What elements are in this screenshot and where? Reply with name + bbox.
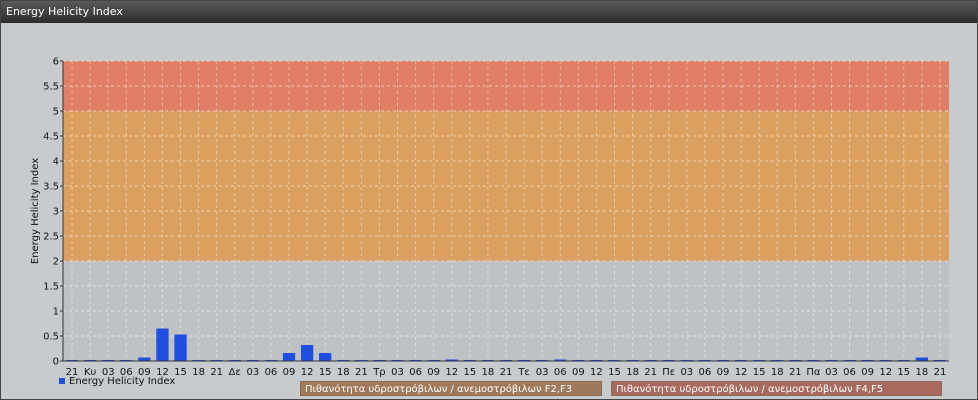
- x-tick-label: 03: [536, 367, 549, 378]
- bar: [156, 328, 169, 361]
- window-title: Energy Helicity Index: [1, 1, 977, 23]
- bar: [282, 353, 296, 361]
- x-tick-label: 03: [825, 367, 838, 378]
- x-tick-label: 03: [680, 367, 693, 378]
- y-tick-label: 5: [53, 107, 59, 118]
- x-tick-label: 06: [843, 367, 856, 378]
- x-tick-label: 06: [409, 367, 422, 378]
- x-tick-label: 09: [717, 367, 730, 378]
- y-tick-label: 6: [53, 57, 59, 68]
- bar: [300, 345, 314, 361]
- x-tick-label: 12: [301, 367, 314, 378]
- y-tick-label: 1: [53, 307, 59, 318]
- x-tick-label: 15: [608, 367, 621, 378]
- y-tick-label: 4.5: [43, 132, 59, 143]
- x-tick-label: 09: [427, 367, 440, 378]
- band-label-f2f3: Πιθανότητα υδροστρόβιλων / ανεμοστρόβιλω…: [300, 381, 602, 396]
- x-tick-label: 15: [319, 367, 332, 378]
- x-tick-label: 15: [174, 367, 187, 378]
- x-tick-label: 09: [283, 367, 296, 378]
- x-tick-label: 18: [916, 367, 929, 378]
- x-tick-label: 21: [500, 367, 513, 378]
- x-tick-label: 21: [355, 367, 368, 378]
- legend: Energy Helicity Index: [59, 376, 175, 387]
- chart-panel: Energy Helicity Index 0 0.5 1 1.5 2 2.5 3 3.5 4 4…: [0, 0, 978, 400]
- x-tick-label: 15: [897, 367, 910, 378]
- bar: [174, 334, 187, 361]
- y-tick-label: 3.5: [43, 182, 59, 193]
- x-tick-label: 12: [879, 367, 892, 378]
- x-tick-label: 21: [789, 367, 802, 378]
- legend-swatch: [59, 378, 65, 384]
- x-tick-label: Πα: [806, 367, 821, 378]
- x-tick-label: Δε: [229, 367, 241, 378]
- chart-area: 00.511.522.533.544.555.56 21 Κυ 03 06 09 12 15…: [30, 57, 949, 378]
- x-tick-label: 03: [246, 367, 259, 378]
- y-tick-label: 4: [53, 157, 59, 168]
- x-tick-label: 21: [934, 367, 947, 378]
- legend-label: Energy Helicity Index: [69, 376, 176, 387]
- band-label-f4f5: Πιθανότητα υδροστρόβιλων / ανεμοστρόβιλω…: [611, 381, 942, 396]
- x-tick-label: Τρ: [372, 367, 385, 378]
- x-tick-label: 12: [590, 367, 603, 378]
- x-tick-label: 21: [210, 367, 223, 378]
- x-tick-label: 12: [735, 367, 748, 378]
- x-tick-label: 18: [337, 367, 350, 378]
- x-tick-label: 21: [644, 367, 657, 378]
- x-tick-label: 12: [445, 367, 458, 378]
- bar: [319, 353, 332, 361]
- y-tick-label: 0.5: [43, 332, 59, 343]
- x-tick-label: 18: [192, 367, 205, 378]
- x-tick-label: 15: [463, 367, 476, 378]
- y-axis-label: Energy Helicity Index: [30, 158, 41, 264]
- x-tick-label: 15: [753, 367, 766, 378]
- x-tick-label: 09: [861, 367, 874, 378]
- x-tick-label: 18: [626, 367, 639, 378]
- x-tick-label: 09: [572, 367, 585, 378]
- bar: [138, 357, 151, 361]
- y-tick-label: 5.5: [43, 82, 59, 93]
- x-tick-label: 03: [391, 367, 404, 378]
- x-tick-label: Πε: [662, 367, 675, 378]
- bar: [915, 357, 929, 361]
- y-tick-label: 0: [53, 357, 59, 368]
- x-tick-label: 06: [554, 367, 567, 378]
- y-tick-label: 1.5: [43, 282, 59, 293]
- y-tick-label: 2: [53, 257, 59, 268]
- x-tick-label: 06: [265, 367, 278, 378]
- x-tick-label: 18: [482, 367, 495, 378]
- x-tick-label: 18: [771, 367, 784, 378]
- x-tick-label: Τε: [517, 367, 530, 378]
- y-tick-label: 3: [53, 207, 59, 218]
- y-tick-label: 2.5: [43, 232, 59, 243]
- x-tick-label: 06: [699, 367, 712, 378]
